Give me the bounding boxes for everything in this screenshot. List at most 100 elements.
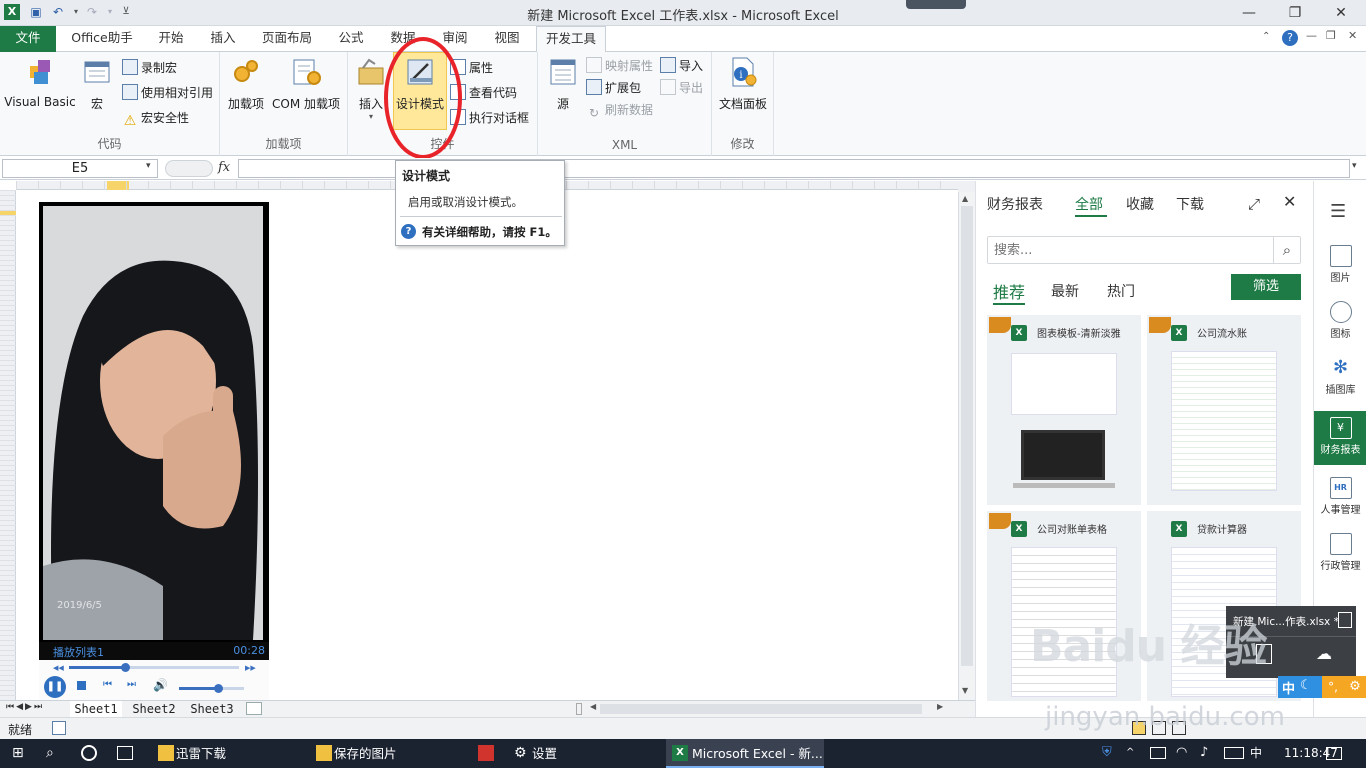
addins-button[interactable]: 加载项 (226, 56, 266, 112)
doc-minimize-icon[interactable]: — (1306, 29, 1317, 42)
macro-button[interactable]: 宏 (80, 56, 114, 112)
template-card[interactable]: X 公司流水账 (1147, 315, 1301, 505)
expand-formula-icon[interactable]: ▾ (1352, 161, 1357, 171)
name-box[interactable]: E5 (2, 159, 158, 178)
close-icon[interactable]: ✕ (1326, 3, 1356, 23)
seek-forward-icon[interactable]: ▶▶ (245, 664, 256, 672)
stop-icon[interactable] (77, 681, 86, 690)
tab-formulas[interactable]: 公式 (330, 26, 372, 52)
filter-latest[interactable]: 最新 (1051, 281, 1079, 301)
next-icon[interactable]: ⏭ (127, 679, 136, 690)
ime-toolbar[interactable]: 中 ☾ °, ⚙ (1278, 676, 1366, 698)
playlist-label[interactable]: 播放列表1 (53, 644, 104, 660)
ime-taskbar-icon[interactable]: 中 (1250, 745, 1266, 761)
battery-icon[interactable] (1150, 747, 1166, 759)
macro-record-status-icon[interactable] (52, 721, 66, 735)
sidebar-item-pictures[interactable]: 图片 (1314, 245, 1366, 284)
speaker-icon[interactable]: ♪ (1200, 745, 1216, 761)
pause-icon[interactable]: ❚❚ (44, 676, 66, 698)
template-search[interactable]: ⌕ (987, 236, 1301, 264)
shield-icon[interactable]: ⛨ (1102, 745, 1118, 761)
hscroll-right-icon[interactable]: ▶ (937, 702, 943, 711)
sidebar-item-illustrations[interactable]: ✻ 插图库 (1314, 357, 1366, 396)
tab-insert[interactable]: 插入 (202, 26, 244, 52)
minimize-icon[interactable]: — (1234, 3, 1264, 23)
sheet-tab-1[interactable]: Sheet1 (70, 701, 122, 717)
visual-basic-button[interactable]: Visual Basic (4, 56, 76, 109)
task-view-icon[interactable] (117, 746, 133, 760)
pane-tab-all[interactable]: 全部 (1075, 194, 1103, 214)
cortana-icon[interactable] (81, 745, 97, 761)
search-taskbar-icon[interactable]: ⌕ (46, 745, 62, 761)
sheet-tab-3[interactable]: Sheet3 (186, 701, 238, 717)
template-search-input[interactable] (994, 241, 1264, 259)
horizontal-scroll-thumb[interactable] (600, 704, 922, 714)
tab-office-helper[interactable]: Office助手 (66, 26, 138, 52)
expand-icon[interactable]: ⤢ (1248, 195, 1260, 213)
scroll-up-icon[interactable]: ▲ (962, 194, 968, 203)
search-icon[interactable]: ⌕ (1273, 237, 1300, 263)
pane-tab-favorites[interactable]: 收藏 (1126, 194, 1154, 214)
settings-gear-icon[interactable]: ⚙ (1344, 676, 1366, 698)
keyboard-icon[interactable] (1224, 747, 1244, 759)
notification-icon[interactable] (1326, 747, 1342, 760)
vertical-scrollbar[interactable]: ▲ ▼ (958, 192, 975, 700)
app-red-icon[interactable] (478, 745, 494, 761)
filter-hot[interactable]: 热门 (1107, 281, 1135, 301)
filter-button[interactable]: 筛选 (1231, 274, 1301, 300)
volume-slider[interactable] (179, 684, 244, 693)
refresh-data-button[interactable]: ↻ 刷新数据 (586, 100, 653, 120)
record-macro-button[interactable]: 录制宏 (122, 58, 177, 78)
sidebar-item-hr[interactable]: HR 人事管理 (1314, 477, 1366, 516)
hscroll-left-icon[interactable]: ◀ (590, 702, 596, 711)
wifi-icon[interactable]: ◠ (1176, 745, 1192, 761)
close-pane-icon[interactable]: ✕ (1283, 192, 1296, 211)
restore-icon[interactable]: ❐ (1280, 3, 1310, 23)
tab-file[interactable]: 文件 (0, 26, 56, 52)
sheet-nav-icons[interactable]: ⏮◀▶⏭ (6, 702, 44, 712)
map-properties-button[interactable]: 映射属性 (586, 56, 653, 76)
volume-icon[interactable]: 🔊 (153, 678, 168, 692)
insert-function-icon[interactable]: fx (218, 160, 230, 175)
expansion-packs-button[interactable]: 扩展包 (586, 78, 641, 98)
tab-page-layout[interactable]: 页面布局 (254, 26, 320, 52)
pane-tab-downloads[interactable]: 下载 (1176, 194, 1204, 214)
previous-icon[interactable]: ⏮ (103, 679, 112, 690)
help-icon[interactable]: ? (1282, 30, 1298, 46)
cloud-icon[interactable]: ☁ (1316, 644, 1332, 663)
taskbar-saved-pictures[interactable]: 保存的图片 (308, 739, 460, 768)
tray-expand-icon[interactable]: ^ (1126, 745, 1142, 761)
tab-home[interactable]: 开始 (150, 26, 192, 52)
windows-start-icon[interactable]: ⊞ (12, 746, 28, 762)
doc-restore-icon[interactable]: ❐ (1326, 29, 1336, 42)
taskbar-thunder-download[interactable]: 迅雷下载 (150, 739, 302, 768)
relative-reference-button[interactable]: 使用相对引用 (122, 83, 213, 103)
scroll-thumb[interactable] (961, 206, 973, 666)
export-button[interactable]: 导出 (660, 78, 703, 98)
taskbar-settings[interactable]: ⚙ 设置 (506, 739, 658, 768)
collapse-sidebar-icon[interactable]: ☰ (1330, 201, 1346, 222)
sidebar-item-icons[interactable]: 图标 (1314, 301, 1366, 340)
new-sheet-icon[interactable] (246, 702, 262, 715)
seek-thumb[interactable] (121, 663, 131, 672)
tab-view[interactable]: 视图 (486, 26, 528, 52)
name-box-dropdown-icon[interactable]: ▾ (146, 161, 151, 171)
scroll-down-icon[interactable]: ▼ (962, 686, 968, 695)
taskbar-excel[interactable]: X Microsoft Excel - 新... (666, 739, 824, 768)
document-panel-button[interactable]: i 文档面板 (716, 56, 770, 112)
moon-icon[interactable]: ☾ (1300, 678, 1312, 693)
tab-split-handle[interactable] (576, 703, 582, 715)
doc-close-icon[interactable]: ✕ (1348, 29, 1357, 42)
tab-developer[interactable]: 开发工具 (536, 26, 606, 53)
macro-security-button[interactable]: ⚠ 宏安全性 (122, 108, 189, 129)
split-box[interactable] (958, 181, 975, 192)
sidebar-item-admin[interactable]: 行政管理 (1314, 533, 1366, 572)
media-player[interactable]: 2019/6/5 播放列表1 00:28 ◀◀ ▶▶ ❚❚ ⏮ ⏭ 🔊 (39, 202, 269, 700)
seek-back-icon[interactable]: ◀◀ (53, 664, 64, 672)
com-addins-button[interactable]: COM 加载项 (268, 56, 344, 112)
seek-bar[interactable] (69, 663, 239, 672)
file-sync-icon[interactable] (1338, 612, 1352, 628)
volume-thumb[interactable] (214, 684, 223, 693)
pane-tab-financial[interactable]: 财务报表 (987, 194, 1043, 214)
template-card[interactable]: X 图表模板-清新淡雅 (987, 315, 1141, 505)
